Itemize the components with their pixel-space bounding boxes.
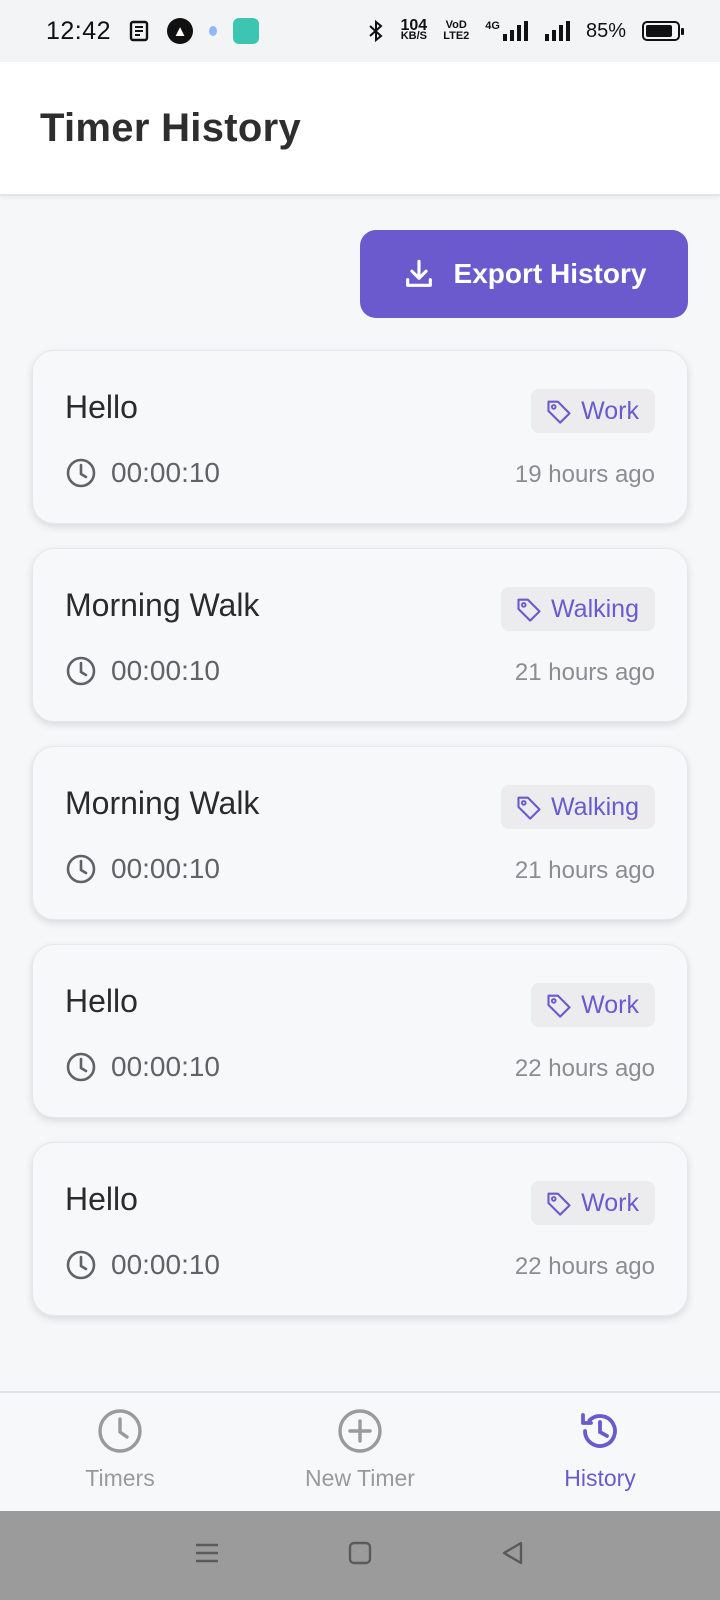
timer-name: Hello — [65, 983, 138, 1019]
bottom-nav: Timers New Timer History — [0, 1391, 720, 1511]
tag-icon — [545, 1189, 573, 1217]
timer-name: Hello — [65, 389, 138, 425]
export-history-label: Export History — [453, 258, 647, 289]
signal-icon — [544, 20, 570, 42]
app-header: Timer History — [0, 62, 720, 196]
menu-icon[interactable] — [193, 1539, 221, 1572]
status-bar: 12:42 ▲ 104 KB/S VoD LTE2 4G 85% — [0, 0, 720, 62]
duration: 00:00:10 — [65, 1051, 220, 1083]
nav-timers-label: Timers — [85, 1465, 155, 1491]
clock-icon — [96, 1407, 144, 1461]
nav-timers[interactable]: Timers — [0, 1393, 240, 1511]
tag-icon — [545, 991, 573, 1019]
category-tag[interactable]: Work — [531, 389, 655, 433]
tag-icon — [545, 397, 573, 425]
category-tag[interactable]: Work — [531, 983, 655, 1027]
time-ago: 21 hours ago — [514, 857, 655, 884]
net-speed-unit: KB/S — [400, 30, 427, 42]
system-nav-bar — [0, 1511, 720, 1600]
notes-app-icon — [127, 19, 151, 43]
status-time: 12:42 — [46, 16, 112, 45]
nav-history[interactable]: History — [480, 1393, 720, 1511]
clock-icon — [65, 1051, 97, 1083]
back-icon[interactable] — [499, 1539, 527, 1572]
drop-icon — [209, 26, 218, 36]
duration-value: 00:00:10 — [111, 1249, 220, 1280]
tag-label: Work — [581, 396, 639, 425]
volte-bottom: LTE2 — [443, 30, 470, 42]
timer-name: Morning Walk — [65, 587, 260, 623]
battery-percent: 85% — [585, 19, 626, 42]
duration: 00:00:10 — [65, 655, 220, 687]
tag-label: Work — [581, 990, 639, 1019]
download-icon — [402, 257, 436, 291]
battery-icon — [642, 21, 684, 41]
time-ago: 22 hours ago — [514, 1253, 655, 1280]
clock-icon — [65, 457, 97, 489]
nav-new-timer-label: New Timer — [305, 1465, 415, 1491]
duration-value: 00:00:10 — [111, 1051, 220, 1082]
clock-icon — [65, 1249, 97, 1281]
history-card[interactable]: Morning Walk Walking 00:00:10 21 hours ago — [32, 746, 688, 920]
duration: 00:00:10 — [65, 853, 220, 885]
app-a-icon: ▲ — [167, 18, 194, 44]
category-tag[interactable]: Walking — [501, 785, 655, 829]
export-history-button[interactable]: Export History — [360, 230, 688, 318]
history-card[interactable]: Morning Walk Walking 00:00:10 21 hours ago — [32, 548, 688, 722]
plus-circle-icon — [336, 1407, 384, 1461]
tag-icon — [515, 595, 543, 623]
time-ago: 19 hours ago — [514, 461, 655, 488]
tag-label: Walking — [551, 594, 639, 623]
bluetooth-icon — [367, 19, 385, 43]
page-title: Timer History — [40, 105, 302, 150]
time-ago: 21 hours ago — [514, 659, 655, 686]
duration-value: 00:00:10 — [111, 457, 220, 488]
clock-icon — [65, 655, 97, 687]
tag-label: Work — [581, 1188, 639, 1217]
time-ago: 22 hours ago — [514, 1055, 655, 1082]
tag-label: Walking — [551, 792, 639, 821]
network-type: 4G — [485, 20, 500, 32]
timer-name: Morning Walk — [65, 785, 260, 821]
volte-indicator: VoD LTE2 — [443, 20, 469, 42]
home-icon[interactable] — [346, 1539, 374, 1572]
net-speed: 104 KB/S — [400, 18, 428, 42]
duration: 00:00:10 — [65, 457, 220, 489]
history-card[interactable]: Hello Work 00:00:10 19 hours ago — [32, 350, 688, 524]
nav-history-label: History — [564, 1465, 636, 1491]
nav-new-timer[interactable]: New Timer — [240, 1393, 480, 1511]
duration-value: 00:00:10 — [111, 655, 220, 686]
history-card[interactable]: Hello Work 00:00:10 22 hours ago — [32, 1142, 688, 1316]
signal-4g-icon: 4G — [485, 20, 528, 42]
history-card[interactable]: Hello Work 00:00:10 22 hours ago — [32, 944, 688, 1118]
tag-icon — [515, 793, 543, 821]
category-tag[interactable]: Work — [531, 1181, 655, 1225]
timer-name: Hello — [65, 1181, 138, 1217]
clock-icon — [65, 853, 97, 885]
chat-app-icon — [233, 18, 260, 44]
duration: 00:00:10 — [65, 1249, 220, 1281]
duration-value: 00:00:10 — [111, 853, 220, 884]
history-icon — [576, 1407, 624, 1461]
category-tag[interactable]: Walking — [501, 587, 655, 631]
